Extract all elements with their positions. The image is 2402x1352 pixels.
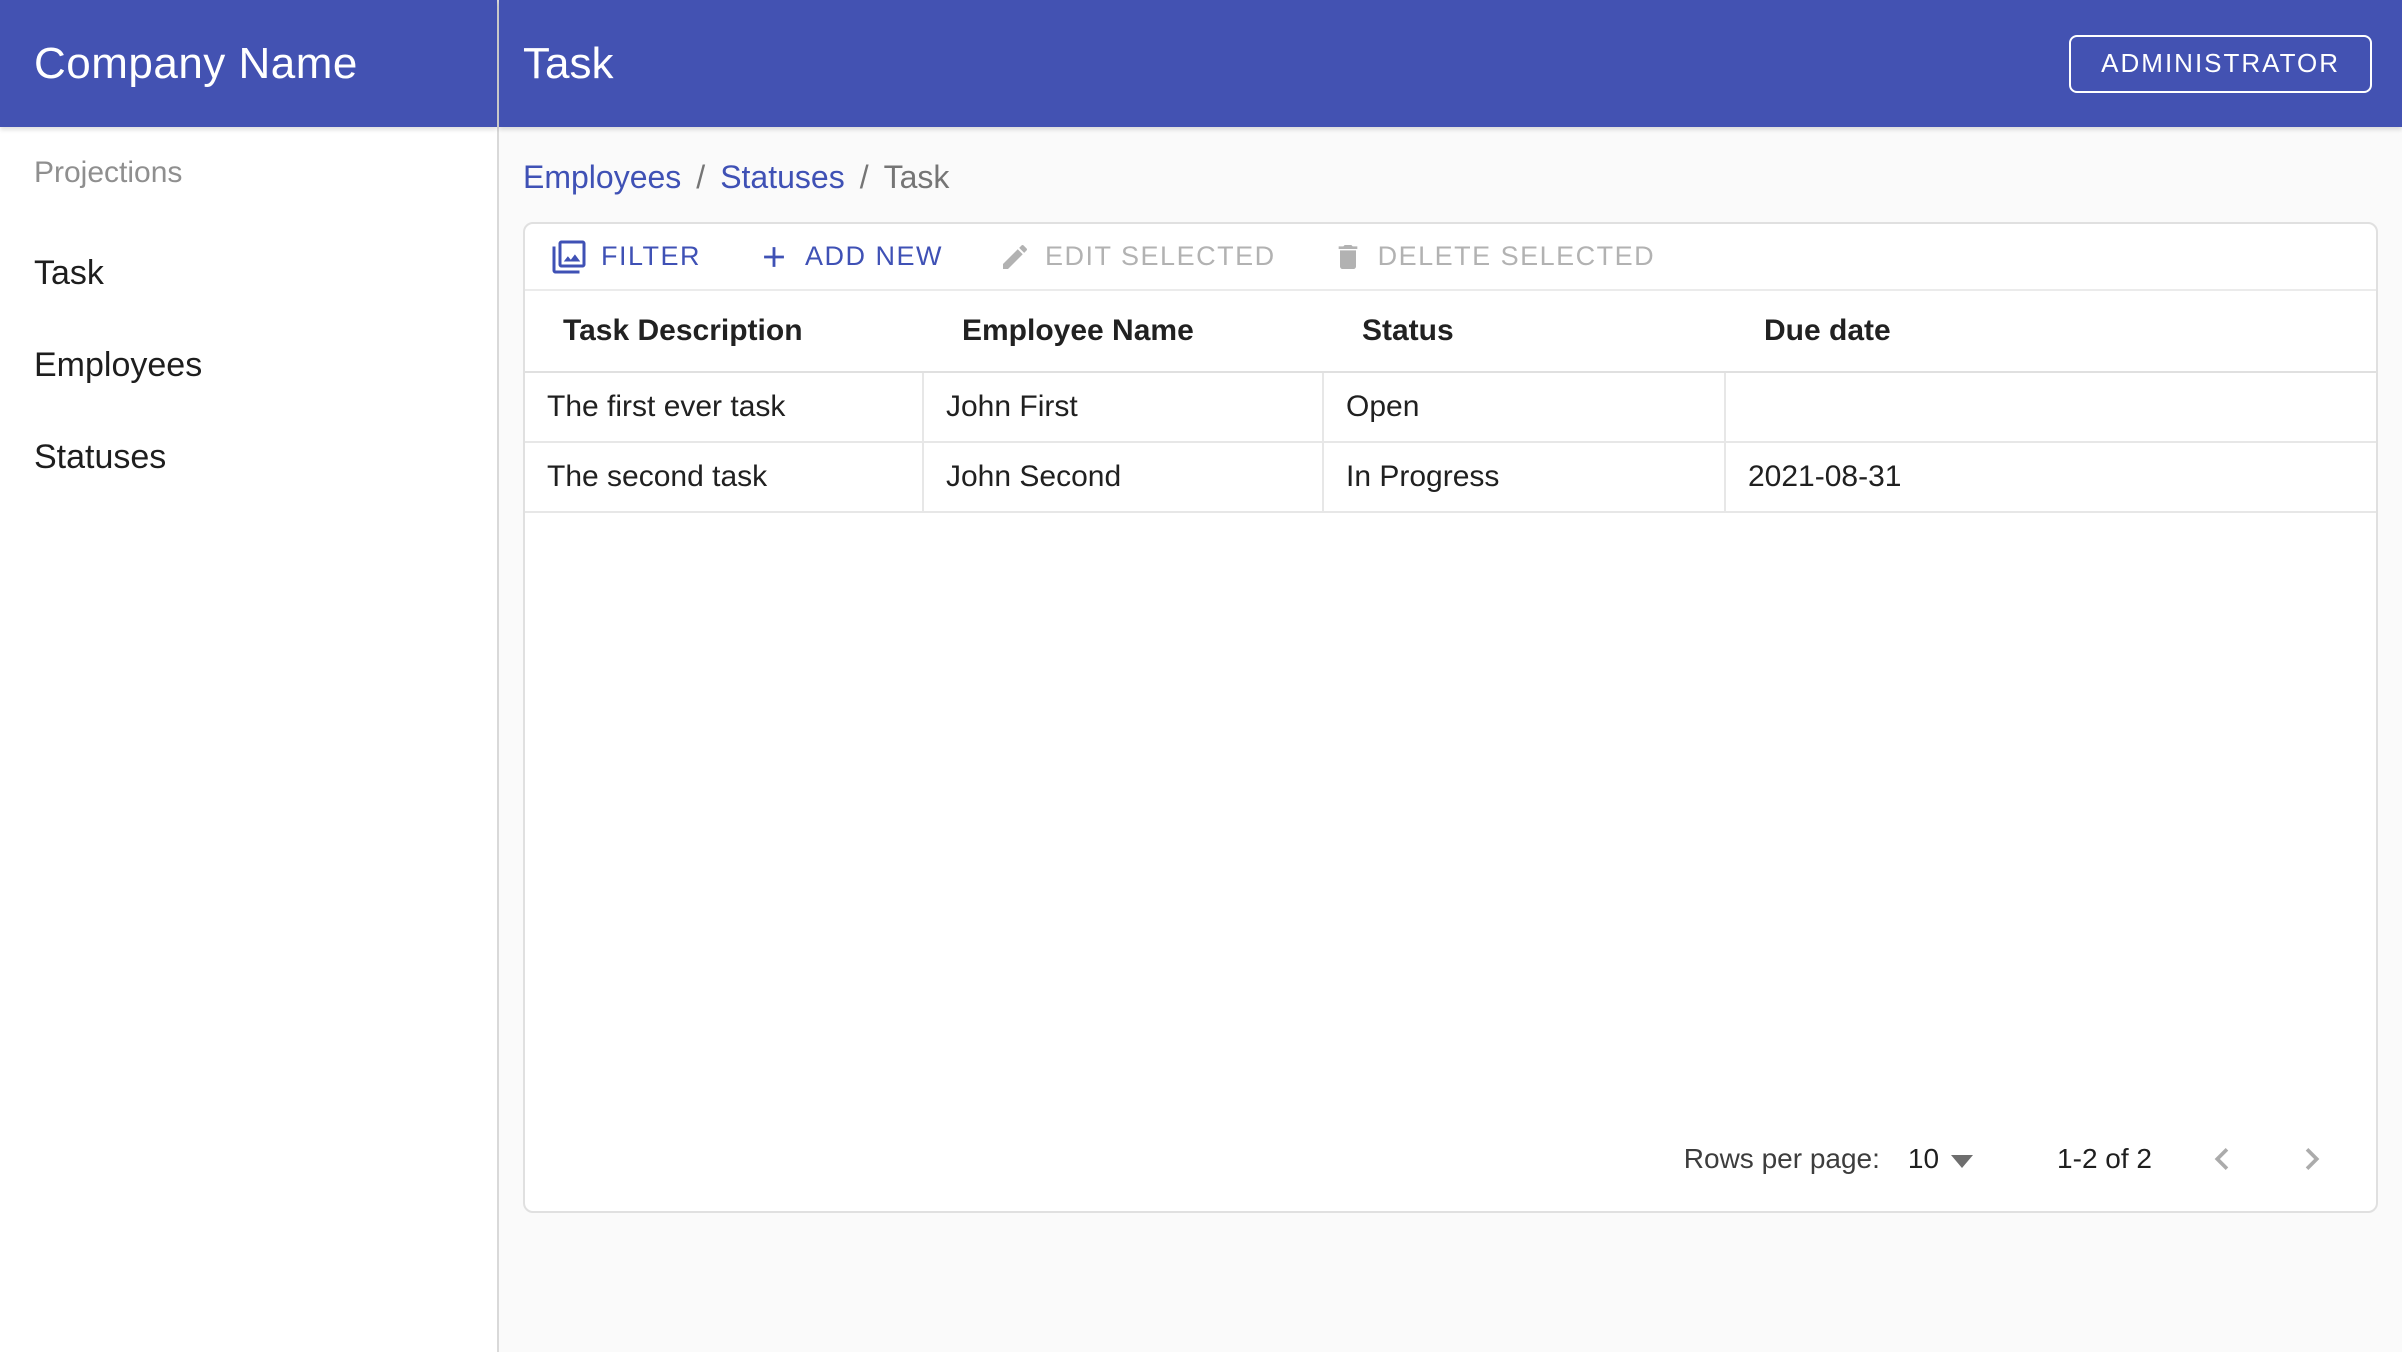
sidebar-nav: Projections Task Employees Statuses (0, 127, 497, 503)
data-grid-card: FILTER ADD NEW EDIT SELECTED DELETE SELE… (523, 222, 2378, 1213)
rows-per-page-select[interactable]: 10 (1908, 1143, 1973, 1175)
main-area: Task ADMINISTRATOR Employees / Statuses … (499, 0, 2402, 1352)
filter-icon (551, 239, 587, 275)
delete-selected-button-label: DELETE SELECTED (1378, 241, 1656, 272)
breadcrumb-separator: / (860, 159, 869, 196)
breadcrumb: Employees / Statuses / Task (523, 157, 2378, 197)
cell-due-date[interactable]: 2021-08-31 (1726, 443, 2376, 511)
table-row[interactable]: The second task John Second In Progress … (525, 443, 2376, 513)
column-header-status[interactable]: Status (1324, 314, 1726, 348)
add-icon (757, 240, 791, 274)
column-header-task-description[interactable]: Task Description (525, 314, 924, 348)
next-page-button[interactable] (2284, 1131, 2340, 1187)
sidebar-section-label: Projections (0, 143, 497, 203)
table-header-row: Task Description Employee Name Status Du… (525, 291, 2376, 373)
cell-employee-name[interactable]: John Second (924, 443, 1324, 511)
breadcrumb-separator: / (696, 159, 705, 196)
table-row[interactable]: The first ever task John First Open (525, 373, 2376, 443)
cell-due-date[interactable] (1726, 373, 2376, 441)
chevron-left-icon (2200, 1137, 2244, 1181)
pagination-range: 1-2 of 2 (2057, 1143, 2152, 1175)
sidebar-item-statuses[interactable]: Statuses (0, 411, 497, 503)
filter-button-label: FILTER (601, 241, 701, 272)
rows-per-page-label: Rows per page: (1684, 1143, 1880, 1175)
page-title: Task (523, 39, 613, 89)
breadcrumb-link-employees[interactable]: Employees (523, 159, 681, 196)
rows-per-page-value: 10 (1908, 1143, 1939, 1175)
pagination: Rows per page: 10 1-2 of 2 (525, 1107, 2376, 1211)
cell-status[interactable]: Open (1324, 373, 1726, 441)
delete-icon (1332, 241, 1364, 273)
edit-selected-button[interactable]: EDIT SELECTED (991, 235, 1284, 279)
sidebar-item-employees[interactable]: Employees (0, 319, 497, 411)
cell-status[interactable]: In Progress (1324, 443, 1726, 511)
sidebar-item-task[interactable]: Task (0, 227, 497, 319)
administrator-button[interactable]: ADMINISTRATOR (2069, 35, 2372, 93)
edit-icon (999, 241, 1031, 273)
cell-task-description[interactable]: The first ever task (525, 373, 924, 441)
filter-button[interactable]: FILTER (543, 233, 709, 281)
column-header-employee-name[interactable]: Employee Name (924, 314, 1324, 348)
content-area: Employees / Statuses / Task FILTER ADD N… (499, 127, 2402, 1352)
grid-empty-space (525, 513, 2376, 1107)
cell-task-description[interactable]: The second task (525, 443, 924, 511)
breadcrumb-current: Task (884, 159, 950, 196)
company-name: Company Name (34, 39, 358, 89)
previous-page-button[interactable] (2194, 1131, 2250, 1187)
chevron-right-icon (2290, 1137, 2334, 1181)
edit-selected-button-label: EDIT SELECTED (1045, 241, 1276, 272)
app-root: Company Name Projections Task Employees … (0, 0, 2402, 1352)
cell-employee-name[interactable]: John First (924, 373, 1324, 441)
app-bar: Task ADMINISTRATOR (499, 0, 2402, 127)
delete-selected-button[interactable]: DELETE SELECTED (1324, 235, 1664, 279)
dropdown-arrow-icon (1951, 1155, 1973, 1168)
breadcrumb-link-statuses[interactable]: Statuses (720, 159, 845, 196)
sidebar-header: Company Name (0, 0, 497, 127)
add-new-button-label: ADD NEW (805, 241, 943, 272)
add-new-button[interactable]: ADD NEW (749, 234, 951, 280)
sidebar: Company Name Projections Task Employees … (0, 0, 499, 1352)
column-header-due-date[interactable]: Due date (1726, 314, 2376, 348)
grid-toolbar: FILTER ADD NEW EDIT SELECTED DELETE SELE… (525, 224, 2376, 291)
sidebar-nav-list: Task Employees Statuses (0, 227, 497, 503)
